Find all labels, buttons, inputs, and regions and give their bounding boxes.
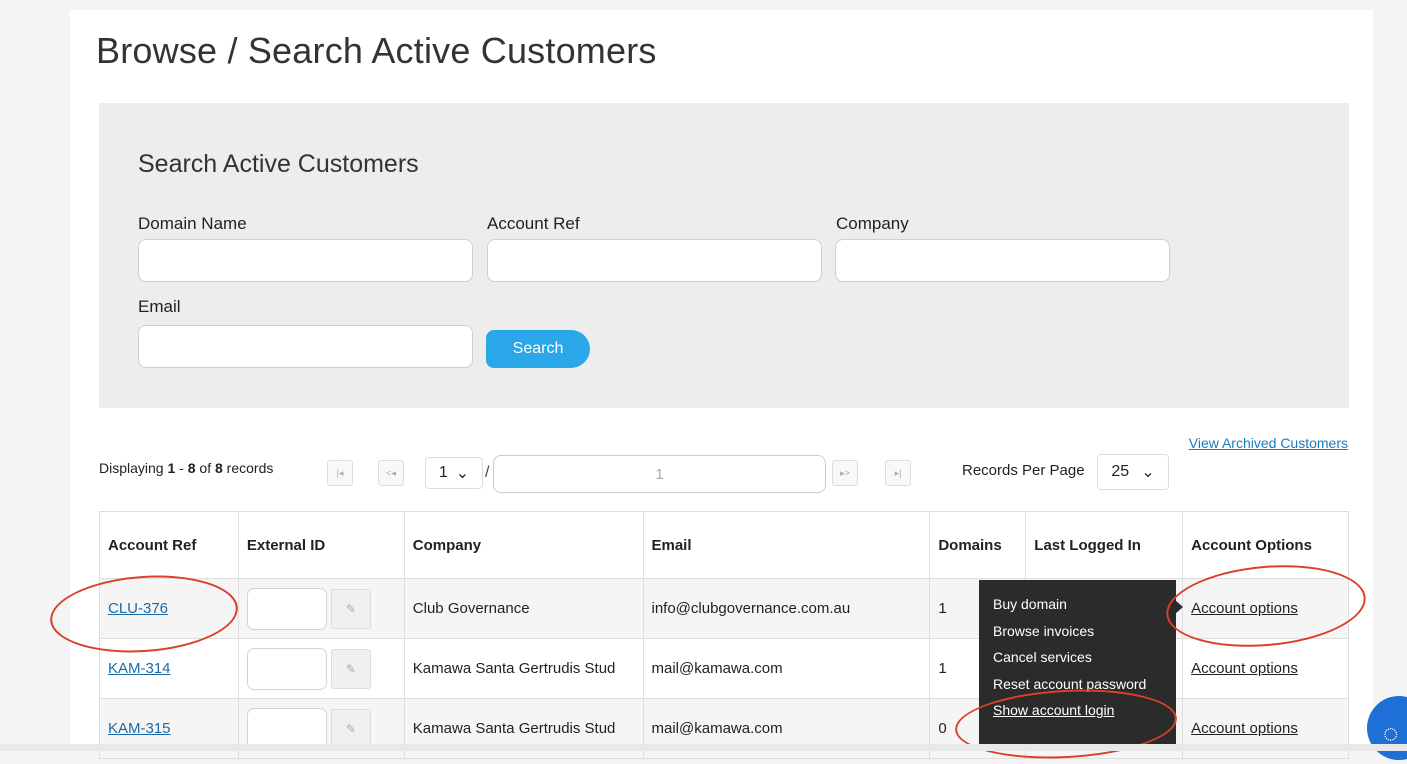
chevron-down-icon: ⌄	[455, 465, 470, 482]
company-label: Company	[836, 214, 909, 233]
account-options-link[interactable]: Account options	[1191, 720, 1298, 737]
pencil-icon[interactable]: ✎	[330, 588, 371, 629]
external-id-input[interactable]	[246, 647, 327, 690]
header-email[interactable]: Email	[642, 511, 931, 579]
page-title: Browse / Search Active Customers	[96, 30, 657, 71]
page-number-input[interactable]: 1	[493, 455, 826, 493]
next-page-button[interactable]: ▸>	[832, 460, 858, 486]
account-ref-label: Account Ref	[487, 214, 580, 233]
table-header-row: Account Ref External ID Company Email Do…	[99, 511, 1349, 579]
header-external-id[interactable]: External ID	[237, 511, 405, 579]
cell-email: mail@kamawa.com	[642, 638, 931, 699]
account-options-link[interactable]: Account options	[1191, 660, 1298, 677]
company-input[interactable]	[835, 239, 1170, 282]
email-label: Email	[138, 297, 181, 316]
cell-external-id: ✎	[237, 638, 405, 699]
menu-item-cancel-services[interactable]: Cancel services	[993, 649, 1176, 676]
records-per-page-label: Records Per Page	[962, 462, 1085, 479]
header-company[interactable]: Company	[403, 511, 644, 579]
cell-account-options: Account options	[1182, 638, 1349, 699]
chevron-down-icon: ⌄	[1141, 464, 1155, 481]
first-page-button[interactable]: |◂	[327, 460, 353, 486]
account-ref-input[interactable]	[487, 239, 822, 282]
cell-external-id: ✎	[237, 578, 405, 639]
search-button[interactable]: Search	[486, 330, 590, 368]
search-panel-title: Search Active Customers	[138, 150, 419, 178]
cell-company: Kamawa Santa Gertrudis Stud	[403, 638, 644, 699]
page-select[interactable]: 1 ⌄	[425, 457, 483, 489]
cell-company: Club Governance	[403, 578, 644, 639]
header-account-ref[interactable]: Account Ref	[99, 511, 239, 579]
page-separator: /	[485, 464, 490, 481]
account-ref-link[interactable]: KAM-315	[108, 720, 171, 737]
pencil-icon[interactable]: ✎	[330, 648, 371, 689]
cell-email: info@clubgovernance.com.au	[642, 578, 931, 639]
pencil-icon[interactable]: ✎	[330, 708, 371, 749]
external-id-input[interactable]	[246, 587, 327, 630]
email-input[interactable]	[138, 325, 473, 368]
header-domains[interactable]: Domains	[929, 511, 1027, 579]
header-last-logged-in[interactable]: Last Logged In	[1025, 511, 1184, 579]
domain-name-label: Domain Name	[138, 214, 247, 233]
record-count: Displaying 1 - 8 of 8 records	[99, 460, 274, 476]
bottom-scroll-bar	[0, 744, 1407, 751]
menu-item-browse-invoices[interactable]: Browse invoices	[993, 623, 1176, 650]
account-ref-link[interactable]: KAM-314	[108, 660, 171, 677]
prev-page-button[interactable]: <◂	[378, 460, 404, 486]
last-page-button[interactable]: ▸|	[885, 460, 911, 486]
records-per-page-select[interactable]: 25 ⌄	[1097, 454, 1169, 490]
domain-name-input[interactable]	[138, 239, 473, 282]
menu-item-buy-domain[interactable]: Buy domain	[993, 596, 1176, 623]
view-archived-customers-link[interactable]: View Archived Customers	[1189, 435, 1348, 451]
